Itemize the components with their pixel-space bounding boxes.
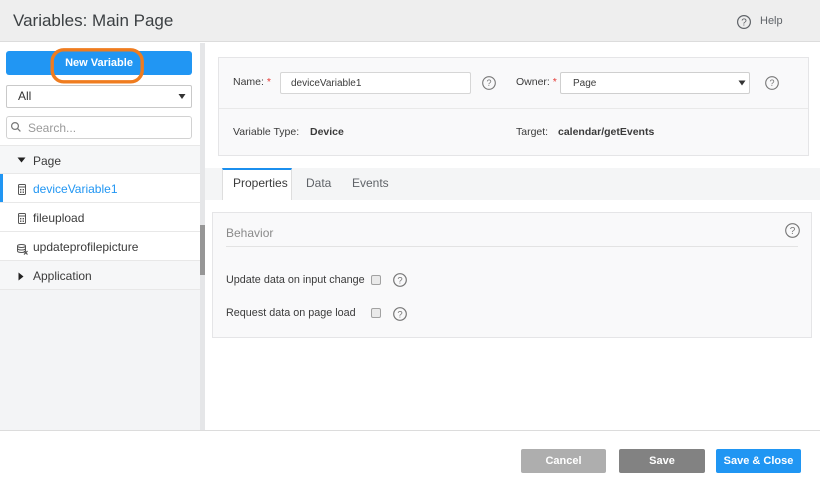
svg-text:?: ?: [769, 78, 774, 88]
svg-text:?: ?: [486, 78, 491, 88]
svg-text:?: ?: [397, 275, 402, 286]
svg-text:?: ?: [741, 18, 747, 29]
svg-text:?: ?: [790, 226, 796, 237]
svg-text:?: ?: [397, 309, 402, 320]
